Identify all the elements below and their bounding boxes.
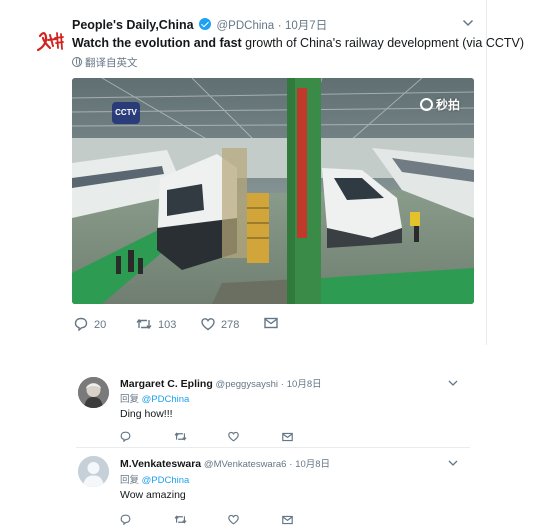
watermark-text: 秒拍 (435, 98, 460, 112)
retweet-icon[interactable] (174, 429, 187, 447)
timeline-divider (486, 0, 487, 345)
separator-dot: · (277, 20, 282, 32)
reply-user-handle[interactable]: @MVenkateswara6 (204, 459, 287, 470)
reply-header: M.Venkateswara @MVenkateswara6 · 10月8日 (120, 456, 330, 470)
reply-tweet[interactable]: M.Venkateswara @MVenkateswara6 · 10月8日 回… (76, 447, 470, 529)
reply-actions (120, 512, 300, 526)
reply-text: Wow amazing (120, 489, 186, 501)
mention-link[interactable]: @PDChina (142, 394, 190, 405)
reply-display-name[interactable]: Margaret C. Epling (120, 378, 213, 390)
reply-actions (120, 429, 300, 443)
avatar[interactable] (78, 456, 109, 487)
translate-label: 翻译自英文 (85, 57, 138, 69)
reply-icon[interactable] (120, 429, 131, 447)
peoples-daily-logo-icon[interactable] (36, 28, 66, 54)
heart-icon[interactable] (228, 512, 239, 530)
chevron-down-icon[interactable] (462, 18, 474, 28)
tweet-text: Watch the evolution and fast growth of C… (72, 36, 524, 50)
reply-icon (74, 317, 88, 332)
tweet-media-video[interactable]: CCTV 秒拍 (72, 78, 474, 304)
reply-text: Ding how!!! (120, 408, 173, 420)
mention-link[interactable]: @PDChina (142, 475, 190, 486)
replying-to: 回复 @PDChina (120, 391, 189, 405)
chevron-down-icon[interactable] (448, 459, 458, 467)
translate-link[interactable]: 翻译自英文 (72, 55, 138, 70)
reply-icon[interactable] (120, 512, 131, 530)
camera-icon (419, 98, 433, 111)
reply-display-name[interactable]: M.Venkateswara (120, 458, 201, 470)
like-count: 278 (221, 319, 240, 331)
heart-icon (201, 318, 215, 331)
tweet-text-rest: growth of China's railway development (v… (241, 36, 525, 50)
tweet-header: People's Daily,China @PDChina · 10月7日 (72, 17, 327, 33)
envelope-icon[interactable] (282, 429, 293, 447)
avatar-photo (78, 377, 109, 408)
replying-label: 回复 (120, 475, 140, 486)
heart-icon[interactable] (228, 429, 239, 447)
chevron-down-icon[interactable] (448, 379, 458, 387)
reply-count: 20 (94, 319, 107, 331)
separator-dot: · (289, 459, 293, 470)
display-name[interactable]: People's Daily,China (72, 18, 194, 32)
cctv-channel-logo: CCTV (112, 102, 140, 124)
direct-message-button[interactable] (264, 317, 284, 333)
reply-timestamp[interactable]: 10月8日 (295, 459, 330, 470)
tweet-timestamp[interactable]: 10月7日 (285, 20, 327, 32)
retweet-icon[interactable] (174, 512, 187, 530)
verified-badge-icon (199, 18, 212, 30)
reply-button[interactable]: 20 (74, 317, 106, 333)
default-avatar-icon (78, 456, 109, 487)
video-watermark: 秒拍 (419, 96, 460, 113)
globe-icon (72, 57, 82, 67)
retweet-count: 103 (158, 319, 177, 331)
envelope-icon[interactable] (282, 512, 293, 530)
envelope-icon (264, 317, 278, 329)
retweet-icon (136, 318, 152, 330)
replying-label: 回复 (120, 394, 140, 405)
retweet-button[interactable]: 103 (136, 317, 176, 333)
separator-dot: · (280, 379, 284, 390)
user-handle[interactable]: @PDChina (217, 20, 275, 32)
replying-to: 回复 @PDChina (120, 472, 189, 486)
main-tweet: People's Daily,China @PDChina · 10月7日 Wa… (0, 0, 550, 345)
avatar[interactable] (78, 377, 109, 408)
reply-header: Margaret C. Epling @peggysayshi · 10月8日 (120, 376, 322, 390)
reply-timestamp[interactable]: 10月8日 (287, 379, 322, 390)
like-button[interactable]: 278 (201, 317, 239, 333)
reply-user-handle[interactable]: @peggysayshi (216, 379, 278, 390)
tweet-text-bold: Watch the evolution and fast (72, 36, 242, 50)
reply-tweet[interactable]: Margaret C. Epling @peggysayshi · 10月8日 … (76, 367, 470, 447)
